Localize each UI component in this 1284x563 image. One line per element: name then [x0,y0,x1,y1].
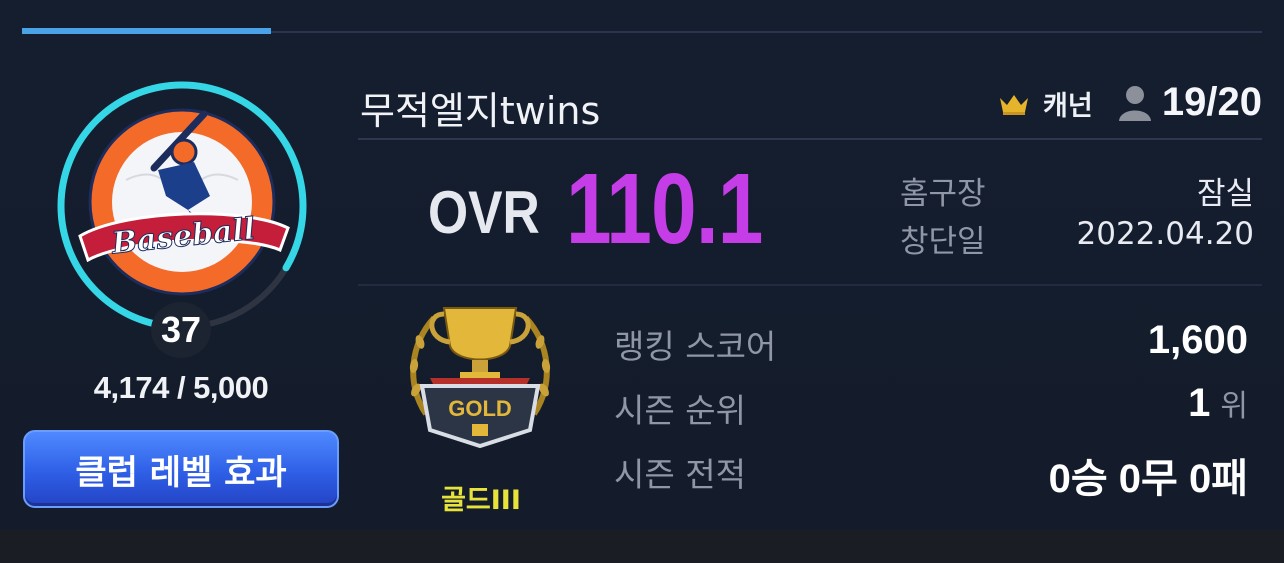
home-stadium-label: 홈구장 [900,176,986,212]
ovr-label: OVR [428,179,540,246]
season-record-value: 0승 0무 0패 [1048,457,1248,501]
season-rank-unit: 위 [1220,389,1248,424]
gold-trophy-icon: GOLD [409,307,551,449]
member-role: 캐넌 [1043,91,1093,122]
trophy-badge-text: GOLD [448,396,512,421]
tier-name: 골드III [441,485,521,516]
club-emblem: Baseball [57,81,307,331]
club-name: 무적엘지twins [360,89,601,133]
tab-indicator [22,28,1262,34]
member-icon [1119,86,1151,121]
club-exp-text: 4,174 / 5,000 [93,370,269,405]
ranking-score-value: 1,600 [1147,318,1248,362]
ovr-value: 110.1 [566,153,763,265]
season-record-label: 시즌 전적 [614,455,746,494]
club-level-effect-button[interactable]: 클럽 레벨 효과 [23,430,339,508]
ranking-score-label: 랭킹 스코어 [614,327,777,366]
season-rank-value: 1 [1188,381,1211,425]
tab-active-indicator[interactable] [22,28,271,34]
member-count: 19/20 [1161,80,1262,124]
home-stadium-value: 잠실 [1196,176,1254,212]
founded-date-label: 창단일 [900,224,986,260]
season-rank: 1위 [1188,381,1248,426]
divider [358,284,1262,286]
season-rank-label: 시즌 순위 [614,391,746,430]
crown-icon [1000,95,1028,115]
founded-date-value: 2022.04.20 [1076,216,1255,252]
divider [358,138,1262,140]
bottom-strip [0,530,1284,563]
club-level-badge: 37 [151,302,211,358]
